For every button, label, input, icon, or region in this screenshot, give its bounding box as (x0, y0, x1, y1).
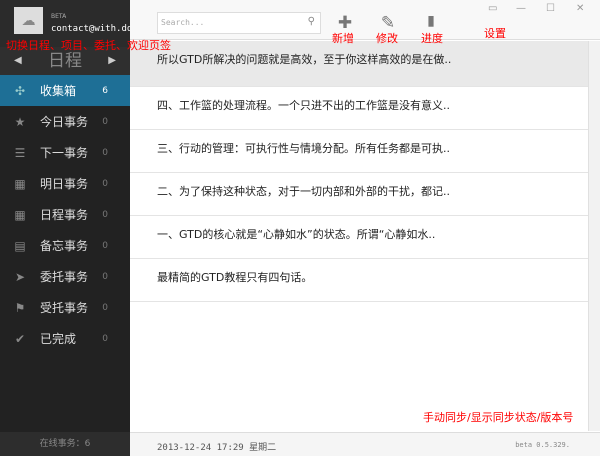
minimize-button[interactable]: — (516, 3, 526, 14)
annotation-edit: 修改 (376, 32, 398, 45)
sidebar-item-label: 受托事务 (40, 301, 89, 315)
sidebar-item-label: 已完成 (40, 332, 77, 346)
puzzle-icon: ✣ (14, 83, 26, 98)
sidebar-item[interactable]: ▤ 备忘事务 0 (0, 230, 130, 261)
item-count: 0 (102, 116, 108, 127)
task-row[interactable]: 二、为了保持这种状态，对于一切内部和外部的干扰，都记.. (130, 173, 588, 216)
annotation-sync: 手动同步/显示同步状态/版本号 (423, 411, 574, 424)
sidebar-item[interactable]: ✣ 收集箱 6 (0, 75, 130, 106)
item-count: 0 (102, 240, 108, 251)
close-button[interactable]: ✕ (576, 3, 584, 14)
task-row[interactable]: 三、行动的管理：可执行性与情境分配。所有任务都是可执.. (130, 130, 588, 173)
item-count: 0 (102, 209, 108, 220)
item-count: 6 (102, 85, 108, 96)
annotation-settings: 设置 (484, 27, 506, 40)
progress-button[interactable]: ▮ (421, 13, 441, 29)
sidebar-item[interactable]: ☰ 下一事务 0 (0, 137, 130, 168)
account-email[interactable]: contact@with.do (51, 24, 132, 34)
item-count: 0 (102, 271, 108, 282)
sidebar-item[interactable]: ★ 今日事务 0 (0, 106, 130, 137)
calendar-icon: ▦ (14, 176, 26, 191)
task-row[interactable]: 四、工作篮的处理流程。一个只进不出的工作篮是没有意义.. (130, 87, 588, 130)
sidebar: ☁ BETA contact@with.do ◀ 日程 ▶ ✣ 收集箱 6 ★ 今日事务… (0, 0, 132, 456)
sidebar-item-label: 下一事务 (40, 146, 89, 160)
main-panel: Search... ⚲ ✚ ✎ ▮ ▭ — ☐ ✕ 所以GTD所解决的问题就是高效… (130, 0, 600, 456)
status-bar: 2013-12-24 17:29 星期二 beta 0.5.329. (130, 432, 600, 456)
sidebar-item[interactable]: ⚑ 受托事务 0 (0, 292, 130, 323)
sidebar-item-label: 明日事务 (40, 177, 89, 191)
star-icon: ★ (14, 114, 26, 129)
view-title: 日程 (48, 51, 82, 71)
beta-label: BETA (51, 13, 67, 20)
task-list: 所以GTD所解决的问题就是高效，至于你这样高效的是在做.. 四、工作篮的处理流程。… (130, 41, 588, 431)
list-icon: ☰ (14, 145, 26, 160)
item-count: 0 (102, 302, 108, 313)
check-icon: ✔ (14, 331, 26, 346)
task-row[interactable]: 所以GTD所解决的问题就是高效，至于你这样高效的是在做.. (130, 41, 588, 87)
sidebar-item-label: 收集箱 (40, 84, 77, 98)
task-row[interactable]: 最精简的GTD教程只有四句话。 (130, 259, 588, 302)
annotation-progress: 进度 (421, 32, 443, 45)
version-sync[interactable]: beta 0.5.329. (515, 441, 570, 449)
annotation-add: 新增 (332, 32, 354, 45)
calendar-grid-icon: ▦ (14, 207, 26, 222)
search-input[interactable]: Search... ⚲ (157, 12, 321, 34)
scrollbar[interactable] (588, 41, 600, 431)
cloud-logo-icon: ☁ (14, 7, 43, 34)
sidebar-item[interactable]: ➤ 委托事务 0 (0, 261, 130, 292)
item-count: 0 (102, 333, 108, 344)
sidebar-item[interactable]: ▦ 明日事务 0 (0, 168, 130, 199)
task-row[interactable]: 一、GTD的核心就是“心静如水”的状态。所谓“心静如水.. (130, 216, 588, 259)
item-count: 0 (102, 147, 108, 158)
item-count: 0 (102, 178, 108, 189)
clipboard-icon: ▤ (14, 238, 26, 253)
search-placeholder: Search... (161, 18, 205, 27)
sidebar-item-label: 备忘事务 (40, 239, 89, 253)
toolbar: Search... ⚲ ✚ ✎ ▮ ▭ — ☐ ✕ (130, 0, 600, 40)
datetime: 2013-12-24 17:29 星期二 (157, 443, 277, 453)
sidebar-item[interactable]: ✔ 已完成 0 (0, 323, 130, 354)
send-icon: ➤ (14, 269, 26, 284)
sidebar-item-label: 日程事务 (40, 208, 89, 222)
sidebar-item[interactable]: ▦ 日程事务 0 (0, 199, 130, 230)
maximize-button[interactable]: ☐ (546, 3, 555, 14)
sidebar-item-label: 今日事务 (40, 115, 89, 129)
flag-icon: ⚑ (14, 300, 26, 315)
sidebar-item-label: 委托事务 (40, 270, 89, 284)
settings-button[interactable]: ▭ (488, 3, 497, 14)
online-count: 在线事务：6 (0, 432, 130, 456)
annotation-switch: 切换日程、项目、委托、欢迎页签 (6, 39, 171, 52)
search-icon[interactable]: ⚲ (308, 16, 315, 27)
